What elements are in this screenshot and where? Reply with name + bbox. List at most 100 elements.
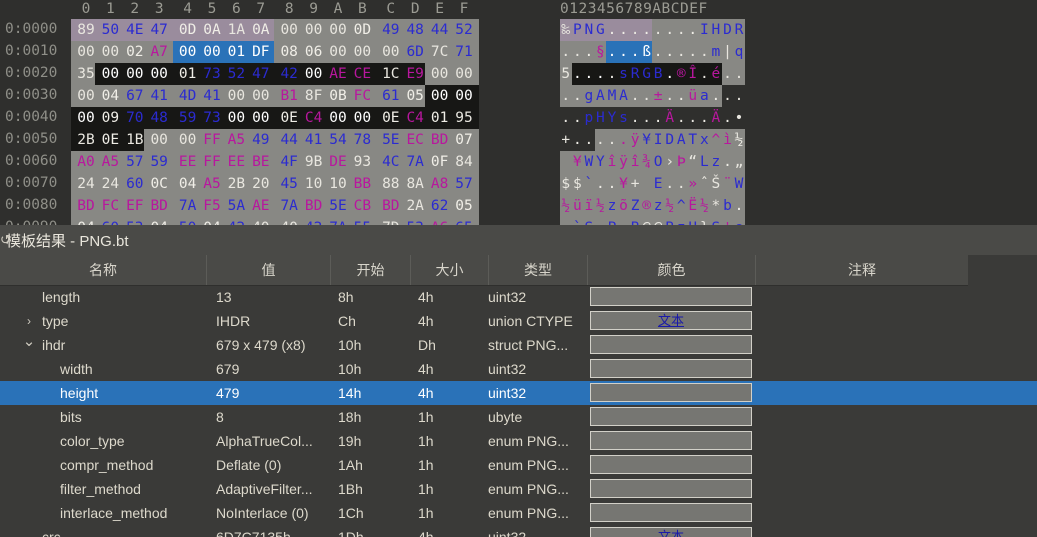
hex-byte-cell[interactable]: 4D	[176, 85, 200, 107]
hex-byte-cell[interactable]: 04	[176, 173, 200, 195]
hex-byte-cell[interactable]: 00	[326, 41, 350, 63]
hex-byte-cell[interactable]: 4E	[123, 19, 147, 41]
hex-byte-cell[interactable]: 55	[350, 217, 374, 225]
hex-byte-cell[interactable]: 42	[277, 63, 301, 85]
hex-byte-cell[interactable]: 62	[428, 195, 452, 217]
hex-byte-cell[interactable]: 00	[326, 107, 350, 129]
hex-byte-cell[interactable]: A7	[147, 41, 171, 63]
hex-byte-cell[interactable]: BD	[428, 129, 452, 151]
hex-row[interactable]: 0:0070 24 24 60 0C 04 A5 2B 20 45 10 10 BB 88 8A A8 57 $ $…	[0, 173, 1037, 195]
hex-byte-cell[interactable]: 00	[147, 129, 171, 151]
hex-byte-cell[interactable]: 04	[98, 85, 122, 107]
hex-byte-cell[interactable]: 60	[98, 217, 122, 225]
hex-byte-cell[interactable]: 1C	[379, 63, 403, 85]
hex-row[interactable]: 0:0010 00 00 02 A7 00 00 01 DF 08 06 00 00 00 6D 7C 71..…	[0, 41, 1037, 63]
table-row[interactable]: filter_method AdaptiveFilter... 1Bh 1h enum …	[0, 477, 1037, 501]
table-row[interactable]: height 479 14h 4h uint32	[0, 381, 1037, 405]
hex-byte-cell[interactable]: BB	[350, 173, 374, 195]
chevron-right-icon[interactable]: ›	[22, 309, 36, 333]
hex-byte-cell[interactable]: 04	[74, 217, 98, 225]
hex-byte-cell[interactable]: 00	[74, 107, 98, 129]
hex-byte-cell[interactable]: 7A	[403, 151, 427, 173]
hex-byte-cell[interactable]: 47	[147, 19, 171, 41]
hex-byte-cell[interactable]: 61	[379, 85, 403, 107]
hex-byte-cell[interactable]: FC	[350, 85, 374, 107]
hex-byte-cell[interactable]: 49	[249, 129, 273, 151]
table-row[interactable]: crc 6D7C7135h 1Dh 4h uint32 文本	[0, 525, 1037, 537]
hex-byte-cell[interactable]: A5	[98, 151, 122, 173]
hex-byte-cell[interactable]: AE	[249, 195, 273, 217]
hex-byte-cell[interactable]: 10	[302, 173, 326, 195]
hex-byte-cell[interactable]: 52	[452, 19, 476, 41]
hex-byte-cell[interactable]: 7C	[428, 41, 452, 63]
ascii-row[interactable]: ... §... ß..... m | q	[560, 41, 745, 63]
hex-byte-cell[interactable]: 0A	[200, 19, 224, 41]
table-row[interactable]: interlace_method NoInterlace (0) 1Ch 1h enum…	[0, 501, 1037, 525]
row-color-swatch[interactable]	[590, 359, 752, 378]
hex-byte-cell[interactable]: 57	[123, 151, 147, 173]
hex-byte-cell[interactable]: 00	[98, 63, 122, 85]
hex-byte-cell[interactable]: CE	[350, 63, 374, 85]
hex-byte-cell[interactable]: 02	[123, 41, 147, 63]
ascii-row[interactable]: .`S.P.B@@BzU}S¦e	[560, 217, 745, 225]
hex-byte-cell[interactable]: 48	[403, 19, 427, 41]
hex-byte-cell[interactable]: 07	[452, 129, 476, 151]
ascii-row[interactable]: ¥ W Yî ÿ î ¾ O › Þ “Lz. „	[560, 151, 745, 173]
hex-byte-cell[interactable]: A6	[428, 217, 452, 225]
hex-byte-cell[interactable]: 50	[98, 19, 122, 41]
hex-byte-cell[interactable]: 5E	[379, 129, 403, 151]
hex-byte-cell[interactable]: 09	[98, 107, 122, 129]
hex-byte-cell[interactable]: 71	[452, 41, 476, 63]
hex-byte-cell[interactable]: 53	[123, 217, 147, 225]
hex-byte-cell[interactable]: CB	[350, 195, 374, 217]
hex-row[interactable]: 0:0050 2B 0E 1B 00 00 FF A5 49 44 41 54 78 5E EC BD 07 +.…	[0, 129, 1037, 151]
row-color-swatch[interactable]: 文本	[590, 311, 752, 330]
hex-byte-cell[interactable]: 70	[123, 107, 147, 129]
hex-byte-cell[interactable]: 4C	[379, 151, 403, 173]
ascii-row[interactable]: +..... ÿ ¥ I D A Tx ^ ì ½	[560, 129, 745, 151]
hex-byte-cell[interactable]: 10	[326, 173, 350, 195]
table-row[interactable]: compr_method Deflate (0) 1Ah 1h enum PNG...	[0, 453, 1037, 477]
refresh-icon[interactable]: ↺	[0, 232, 11, 248]
hex-byte-cell[interactable]: 00	[74, 41, 98, 63]
hex-byte-cell[interactable]: 60	[123, 173, 147, 195]
hex-byte-cell[interactable]: 7A	[326, 217, 350, 225]
ascii-row[interactable]: ½ ü ï ½ z õ Z ® z ½ ^ Ë ½ * b.	[560, 195, 745, 217]
row-color-swatch[interactable]: 文本	[590, 527, 752, 537]
hex-byte-cell[interactable]: 8F	[302, 85, 326, 107]
hex-byte-cell[interactable]: 05	[452, 195, 476, 217]
hex-byte-cell[interactable]: 00	[452, 63, 476, 85]
hex-byte-cell[interactable]: 00	[350, 41, 374, 63]
hex-byte-cell[interactable]: 35	[74, 63, 98, 85]
hex-byte-cell[interactable]: 65	[452, 217, 476, 225]
hex-byte-cell[interactable]: 0E	[277, 107, 301, 129]
table-row[interactable]: › type IHDR Ch 4h union CTYPE 文本	[0, 309, 1037, 333]
hex-byte-cell[interactable]: 20	[249, 173, 273, 195]
hex-byte-cell[interactable]: 67	[123, 85, 147, 107]
hex-byte-cell[interactable]: 89	[74, 19, 98, 41]
hex-byte-cell[interactable]: A5	[224, 129, 248, 151]
table-col-header-6[interactable]: 注释	[756, 255, 968, 285]
hex-byte-cell[interactable]: 00	[147, 63, 171, 85]
hex-byte-cell[interactable]: 59	[176, 107, 200, 129]
hex-byte-cell[interactable]: 00	[74, 85, 98, 107]
hex-byte-cell[interactable]: 00	[176, 129, 200, 151]
hex-byte-cell[interactable]: 00	[350, 107, 374, 129]
table-row[interactable]: length 13 8h 4h uint32	[0, 285, 1037, 309]
hex-byte-cell[interactable]: 6D	[403, 41, 427, 63]
hex-byte-cell[interactable]: BD	[147, 195, 171, 217]
hex-byte-cell[interactable]: 00	[379, 41, 403, 63]
hex-row[interactable]: 0:0090046053045004424040427A557D53A665.`…	[0, 217, 1037, 225]
hex-byte-cell[interactable]: 44	[277, 129, 301, 151]
hex-byte-cell[interactable]: 01	[428, 107, 452, 129]
hex-byte-cell[interactable]: 8A	[403, 173, 427, 195]
hex-byte-cell[interactable]: DE	[326, 151, 350, 173]
template-table-header[interactable]: 名称值开始 大小 类型 颜色 注释	[0, 255, 968, 286]
hex-byte-cell[interactable]: 1A	[224, 19, 248, 41]
hex-byte-cell[interactable]: 0E	[98, 129, 122, 151]
hex-byte-cell[interactable]: 00	[200, 41, 224, 63]
hex-byte-cell[interactable]: 00	[224, 85, 248, 107]
row-color-swatch[interactable]	[590, 407, 752, 426]
hex-byte-cell[interactable]: FC	[98, 195, 122, 217]
ascii-row[interactable]: 5.... s R G B. ® Î. é..	[560, 63, 745, 85]
